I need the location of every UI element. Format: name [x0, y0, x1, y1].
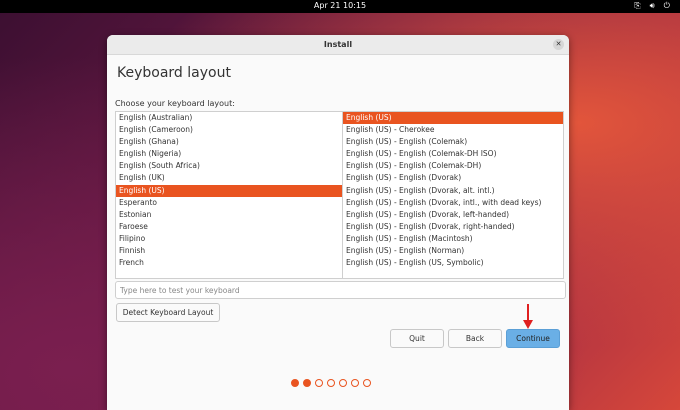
layout-list[interactable]: English (Australian) English (Cameroon) En…: [115, 111, 344, 279]
progress-dot: [303, 379, 311, 387]
installer-window: Install ✕ Keyboard layout Choose your ke…: [107, 35, 569, 410]
close-icon[interactable]: ✕: [553, 39, 564, 50]
variant-list-item[interactable]: English (US) - English (Dvorak, alt. int…: [343, 185, 563, 197]
layout-list-item[interactable]: Esperanto: [116, 197, 343, 209]
power-icon[interactable]: ⏻: [664, 1, 670, 11]
quit-button[interactable]: Quit: [390, 329, 444, 348]
progress-dots: [291, 379, 371, 387]
layout-list-item[interactable]: English (South Africa): [116, 160, 343, 172]
layout-list-item[interactable]: English (Cameroon): [116, 124, 343, 136]
layout-prompt: Choose your keyboard layout:: [115, 99, 235, 108]
clock[interactable]: Apr 21 10:15: [0, 1, 680, 10]
progress-dot: [351, 379, 359, 387]
layout-list-item[interactable]: English (UK): [116, 172, 343, 184]
progress-dot: [315, 379, 323, 387]
variant-list-item[interactable]: English (US) - English (Dvorak, left-han…: [343, 209, 563, 221]
variant-list-item[interactable]: English (US) - English (Colemak-DH ISO): [343, 148, 563, 160]
variant-list-item[interactable]: English (US) - English (Dvorak, right-ha…: [343, 221, 563, 233]
progress-dot: [363, 379, 371, 387]
layout-list-item[interactable]: Estonian: [116, 209, 343, 221]
continue-button[interactable]: Continue: [506, 329, 560, 348]
variant-list-item[interactable]: English (US) - English (US, Symbolic): [343, 257, 563, 269]
variant-list-item[interactable]: English (US) - English (Colemak): [343, 136, 563, 148]
progress-dot: [327, 379, 335, 387]
keyboard-test-input[interactable]: [115, 281, 566, 299]
variant-list-item[interactable]: English (US) - Cherokee: [343, 124, 563, 136]
window-titlebar[interactable]: Install ✕: [107, 35, 569, 55]
progress-dot: [291, 379, 299, 387]
variant-list-item[interactable]: English (US) - English (Dvorak): [343, 172, 563, 184]
volume-icon[interactable]: 🔊︎: [650, 1, 655, 11]
layout-list-item[interactable]: English (Nigeria): [116, 148, 343, 160]
layout-list-item[interactable]: Filipino: [116, 233, 343, 245]
layout-list-item[interactable]: French: [116, 257, 343, 269]
system-tray[interactable]: ⎘ 🔊︎ ⏻: [634, 1, 670, 11]
layout-list-item[interactable]: Faroese: [116, 221, 343, 233]
variant-list-item[interactable]: English (US) - English (Colemak-DH): [343, 160, 563, 172]
variant-list-item[interactable]: English (US): [343, 112, 563, 125]
network-icon[interactable]: ⎘: [634, 1, 640, 11]
window-title: Install: [323, 40, 353, 49]
back-button[interactable]: Back: [448, 329, 502, 348]
variant-list-item[interactable]: English (US) - English (Norman): [343, 245, 563, 257]
progress-dot: [339, 379, 347, 387]
variant-list[interactable]: English (US) English (US) - Cherokee Engli…: [342, 111, 564, 279]
layout-list-item[interactable]: English (US): [116, 184, 343, 197]
variant-list-item[interactable]: English (US) - English (Macintosh): [343, 233, 563, 245]
top-bar: Apr 21 10:15 ⎘ 🔊︎ ⏻: [0, 0, 680, 13]
layout-list-item[interactable]: English (Australian): [116, 112, 343, 124]
layout-list-item[interactable]: Finnish: [116, 245, 343, 257]
annotation-arrow-icon: [523, 304, 533, 329]
layout-list-item[interactable]: English (Ghana): [116, 136, 343, 148]
variant-list-item[interactable]: English (US) - English (Dvorak, intl., w…: [343, 197, 563, 209]
detect-layout-button[interactable]: Detect Keyboard Layout: [116, 303, 220, 322]
page-title: Keyboard layout: [117, 65, 231, 81]
